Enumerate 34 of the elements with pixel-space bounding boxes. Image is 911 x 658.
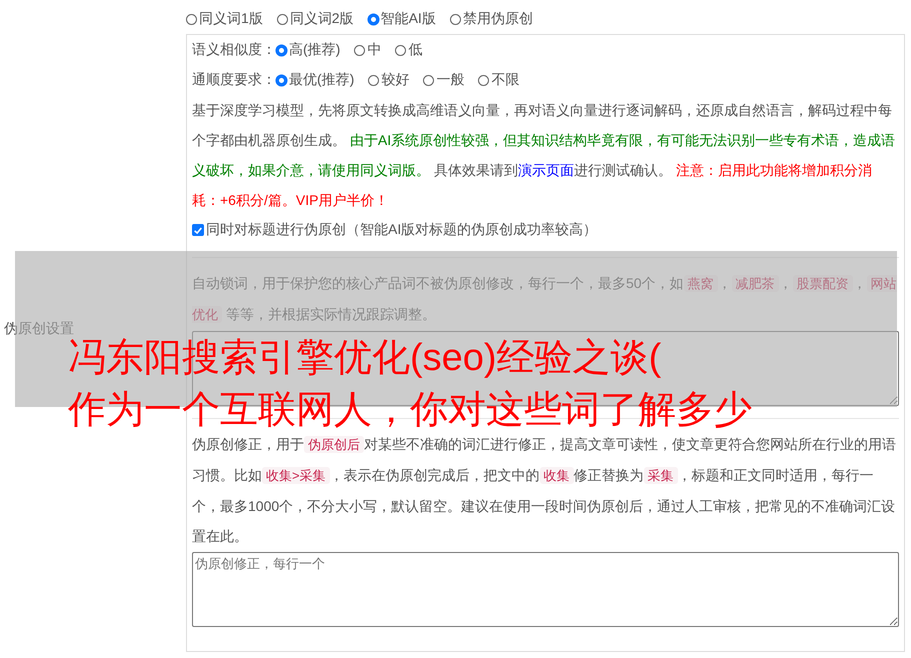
demo-link[interactable]: 演示页面 [518,162,574,178]
radio-label: 中 [367,41,382,59]
radio-label: 一般 [436,71,464,89]
radio-button[interactable] [276,44,287,56]
radio-button[interactable] [354,44,366,56]
radio-label: 同义词1版 [199,10,263,28]
section-label: 伪原创设置 [4,320,74,338]
radio-button[interactable] [276,74,287,86]
description-text: 基于深度学习模型，先将原文转换成高维语义向量，再对语义向量进行逐词解码，还原成自然语言，解码过程中每个字都由机器原创生成。 由于AI系统原创性较强，但其知识结构毕竟有限，有可能无法识别一些专有术语，造成语义破坏，如果介意，请使用同义词版。 具体效果请到演示页面进行测试确认。 注意：启用此功能将增加积分消耗：+6积分/篇。VIP用户半价！ [192,101,896,210]
field-label: 通顺度要求： [192,71,276,89]
radio-label: 禁用伪原创 [462,10,533,28]
radio-label: 高(推荐) [289,41,340,59]
radio-button[interactable] [368,14,379,24]
radio-label: 最优(推荐) [289,71,354,89]
radio-button[interactable] [423,74,434,86]
radio-label: 智能AI版 [380,10,436,28]
radio-button[interactable] [276,14,288,24]
radio-label: 较好 [381,71,410,89]
correction-field[interactable]: 伪原创修正，每行一个 [192,552,899,627]
checkbox-label: 同时对标题进行伪原创（智能AI版对标题的伪原创成功率较高） [206,221,598,239]
banner-title: 冯东阳搜索引擎优化(seo)经验之谈( [68,336,662,381]
banner-title: 作为一个互联网人，你对这些词了解多少 [68,388,752,433]
radio-label: 同义词2版 [290,10,354,28]
radio-button[interactable] [395,44,406,56]
radio-button[interactable] [186,14,197,24]
description-text: 自动锁词，用于保护您的核心产品词不被伪原创修改，每行一个，最多50个，如 燕窝 ， 减肥茶 ， 股票配资 ， 网站优化 等等，并根据实际情况跟踪调整。 [192,274,898,325]
radio-button[interactable] [478,74,490,86]
field-label: 语义相似度： [192,41,276,59]
description-text: 伪原创修正，用于 伪原创后 对某些不准确的词汇进行修正，提高文章可读性，使文章更符合您网站所在行业的用语习惯。比如 收集>采集 ，表示在伪原创完成后，把文中的 收集 修正替换为 采集 ，标题和正文同时适用，每行一个，最多1000个，不分大小写，默认留空。建议在使用一段时间伪原创后，通过人工审核，把常见的不准确词汇设置在此。 [192,435,897,546]
checkbox[interactable] [192,224,204,236]
radio-label: 不限 [491,71,520,89]
radio-label: 低 [408,41,422,59]
radio-button[interactable] [450,14,461,24]
radio-button[interactable] [368,74,380,86]
